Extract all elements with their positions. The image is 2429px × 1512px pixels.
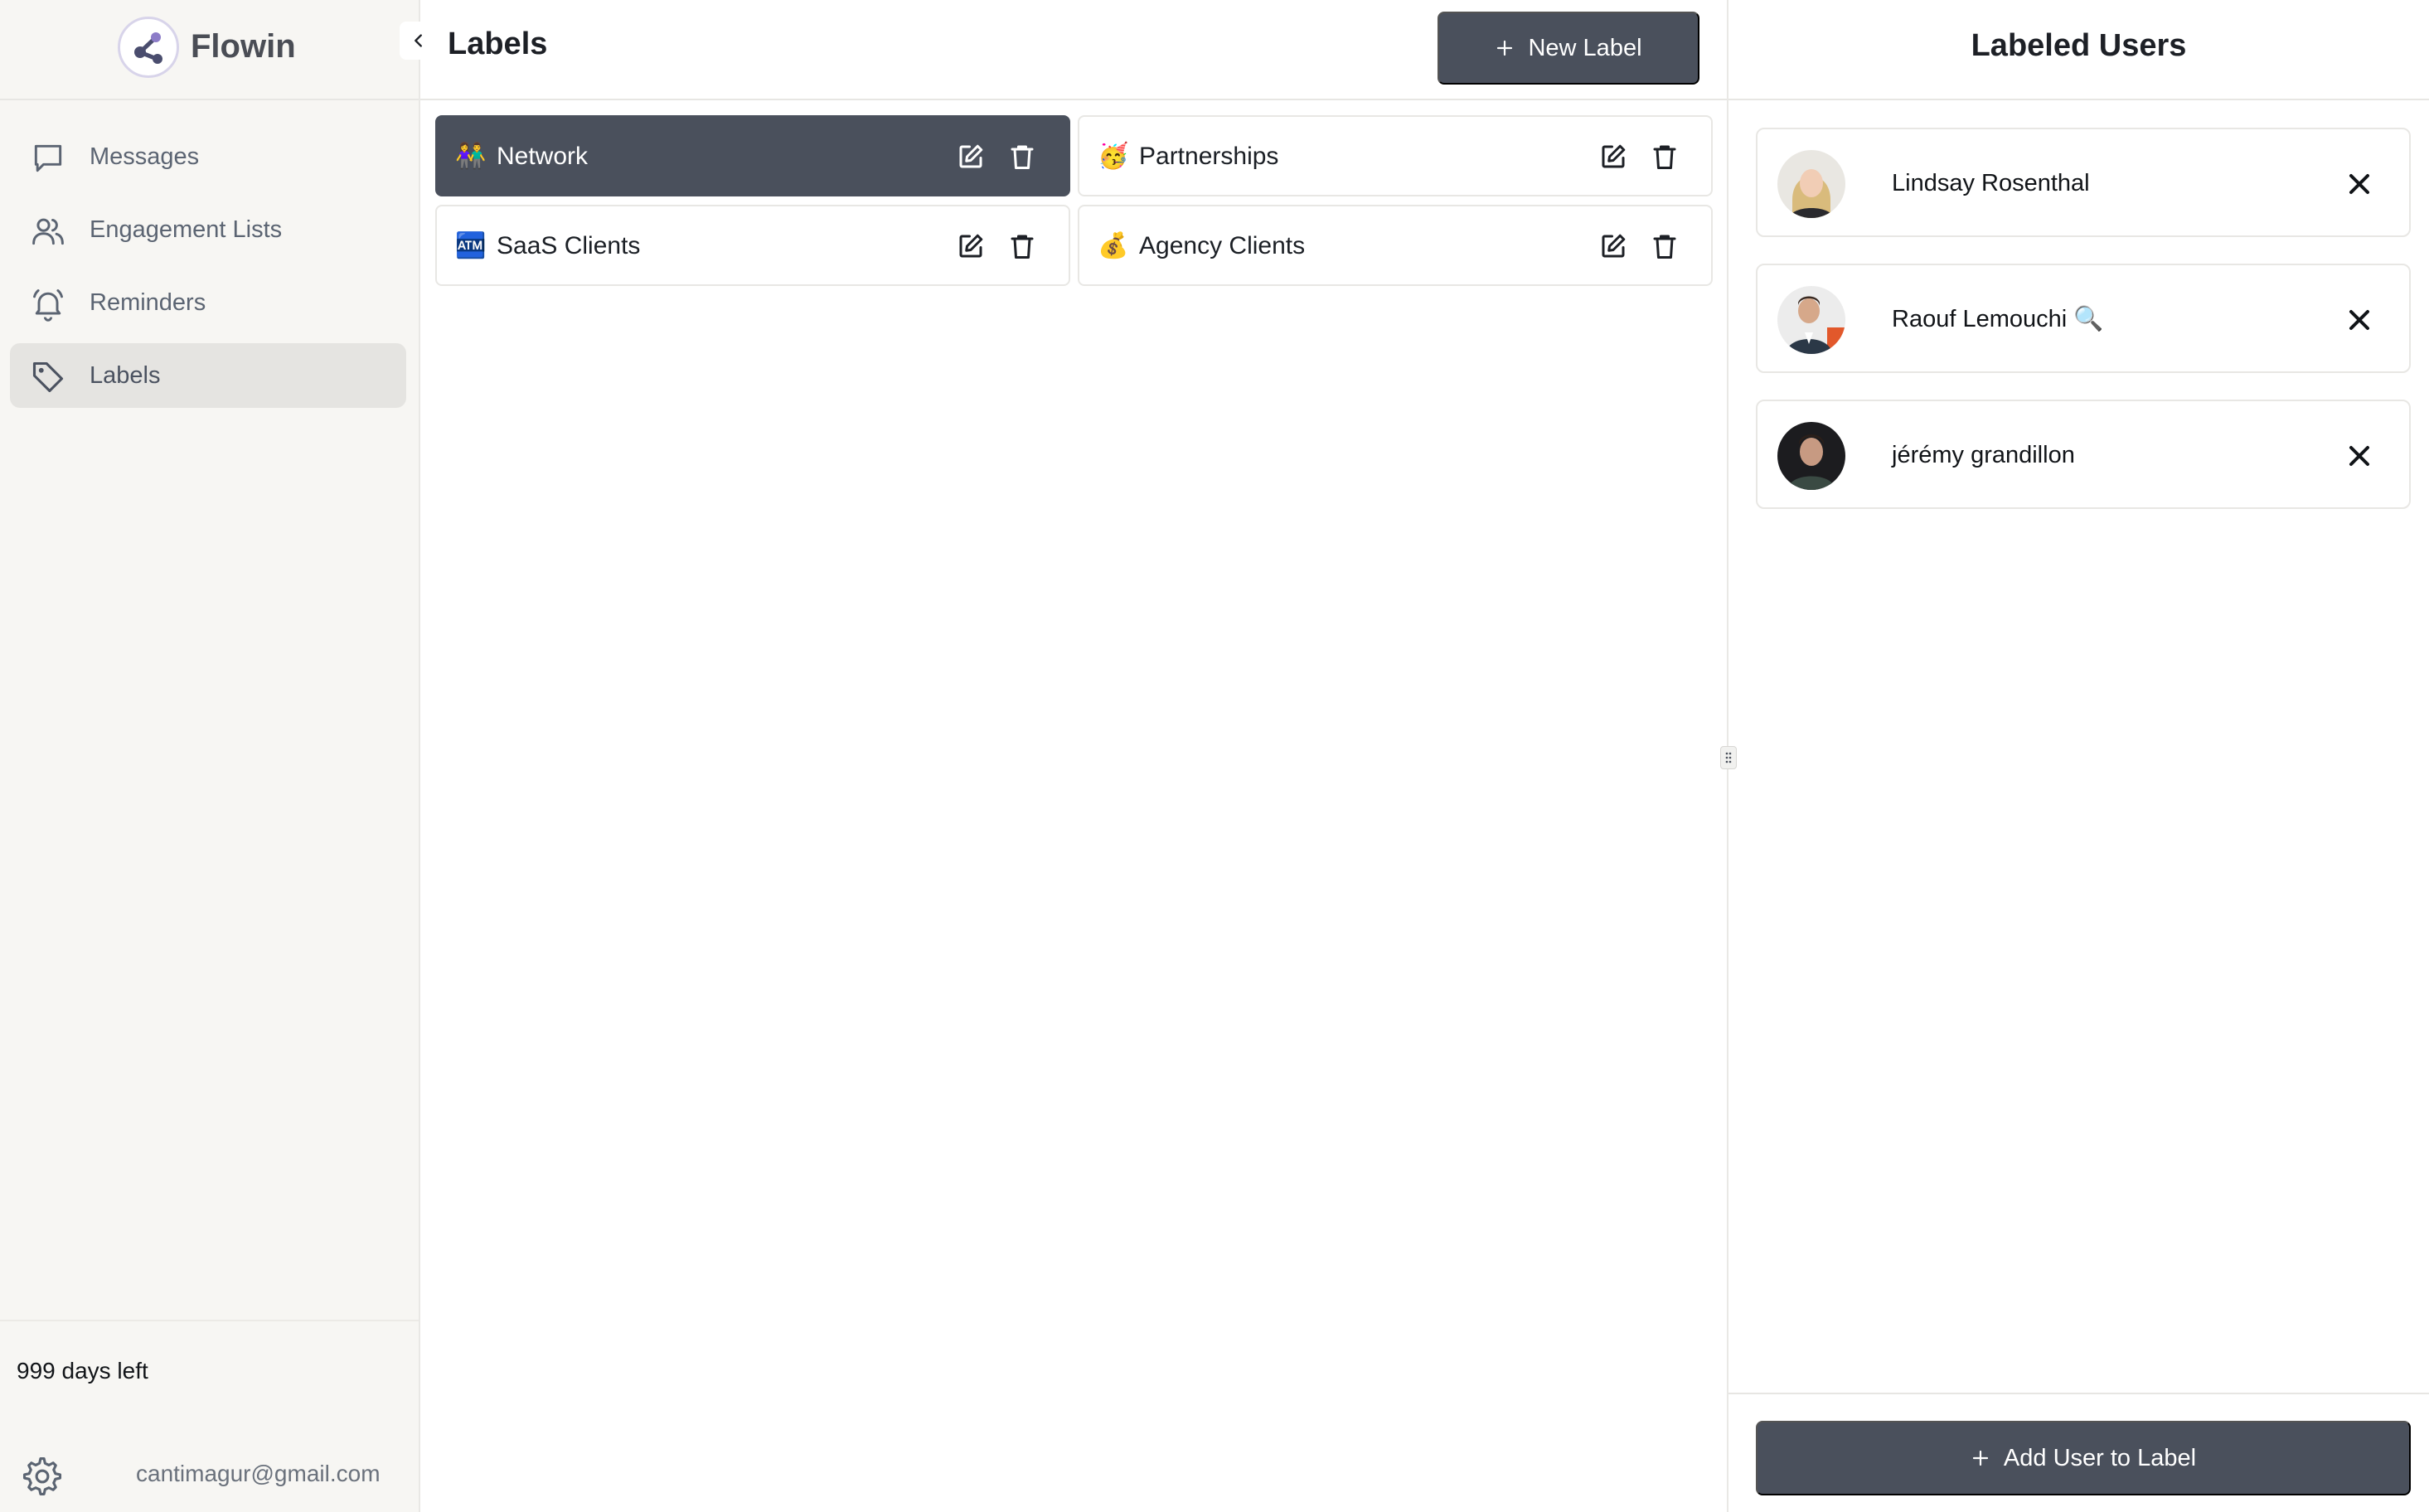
label-card-network[interactable]: 👫 Network	[435, 115, 1070, 196]
add-user-button-label: Add User to Label	[2003, 1444, 2197, 1471]
label-emoji: 🥳	[1098, 143, 1129, 170]
avatar	[1777, 150, 1845, 218]
chevron-left-icon	[415, 34, 422, 47]
brand-name: Flowin	[191, 28, 296, 65]
trash-icon[interactable]	[1650, 142, 1680, 172]
avatar	[1777, 422, 1845, 490]
new-label-button-label: New Label	[1528, 34, 1642, 61]
trash-icon[interactable]	[1007, 142, 1037, 172]
user-card[interactable]: jérémy grandillon	[1756, 400, 2411, 509]
edit-icon[interactable]	[956, 142, 986, 172]
plus-icon	[1497, 40, 1513, 56]
close-icon[interactable]	[2343, 303, 2376, 337]
avatar	[1777, 286, 1845, 354]
gear-icon[interactable]	[22, 1456, 63, 1497]
label-emoji: 💰	[1098, 232, 1129, 259]
sidebar-item-engagement-lists[interactable]: Engagement Lists	[10, 197, 406, 262]
sidebar-item-reminders[interactable]: Reminders	[10, 270, 406, 335]
trial-days-left: 999 days left	[17, 1358, 148, 1384]
label-name: Network	[497, 143, 589, 170]
user-name: jérémy grandillon	[1892, 442, 2075, 468]
user-card[interactable]: Raouf Lemouchi 🔍	[1756, 264, 2411, 373]
sidebar-nav: Messages Engagement Lists Reminders Labe…	[10, 124, 406, 416]
edit-icon[interactable]	[956, 231, 986, 261]
main-header: Labels New Label	[420, 0, 1727, 100]
account-email: cantimagur@gmail.com	[136, 1461, 381, 1486]
user-name: Raouf Lemouchi 🔍	[1892, 306, 2104, 332]
brand-header: Flowin	[0, 0, 419, 100]
sidebar-item-messages[interactable]: Messages	[10, 124, 406, 189]
sidebar-item-label: Messages	[90, 143, 200, 170]
label-emoji: 🏧	[455, 232, 487, 259]
users-icon	[32, 218, 64, 245]
label-name: Partnerships	[1139, 143, 1279, 170]
bell-icon	[33, 289, 63, 322]
plus-icon	[1972, 1450, 1989, 1466]
page-title: Labels	[448, 27, 548, 61]
account-footer: cantimagur@gmail.com	[0, 1427, 419, 1512]
grip-icon	[1725, 752, 1732, 763]
label-emoji: 👫	[455, 143, 487, 170]
tag-icon	[32, 361, 64, 393]
panel-title: Labeled Users	[1971, 28, 2187, 63]
labels-main: Labels New Label 👫 Network 🥳 Partnership…	[420, 0, 1727, 1512]
trial-status: 999 days left	[0, 1320, 419, 1427]
edit-icon[interactable]	[1598, 231, 1628, 261]
close-icon[interactable]	[2343, 439, 2376, 472]
label-name: Agency Clients	[1139, 232, 1306, 259]
label-card-partnerships[interactable]: 🥳 Partnerships	[1078, 115, 1713, 196]
close-icon[interactable]	[2343, 167, 2376, 201]
labeled-users-panel: Labeled Users Lindsay Rosenthal Raouf Le…	[1720, 0, 2429, 1512]
sidebar-item-label: Engagement Lists	[90, 216, 283, 243]
add-user-to-label-button[interactable]: Add User to Label	[1756, 1421, 2411, 1495]
new-label-button[interactable]: New Label	[1438, 12, 1699, 85]
edit-icon[interactable]	[1598, 142, 1628, 172]
label-card-saas-clients[interactable]: 🏧 SaaS Clients	[435, 205, 1070, 286]
user-name: Lindsay Rosenthal	[1892, 170, 2090, 196]
panel-header: Labeled Users	[1728, 0, 2429, 100]
sidebar-item-label: Labels	[90, 362, 161, 389]
collapse-sidebar-button[interactable]	[400, 22, 438, 60]
share-nodes-icon[interactable]	[118, 17, 179, 78]
label-card-agency-clients[interactable]: 💰 Agency Clients	[1078, 205, 1713, 286]
label-name: SaaS Clients	[497, 232, 641, 259]
user-card[interactable]: Lindsay Rosenthal	[1756, 128, 2411, 237]
panel-footer: Add User to Label	[1728, 1393, 2429, 1512]
trash-icon[interactable]	[1007, 231, 1037, 261]
sidebar-item-label: Reminders	[90, 289, 206, 316]
panel-resize-handle[interactable]	[1720, 746, 1737, 769]
sidebar-item-labels[interactable]: Labels	[10, 343, 406, 408]
trash-icon[interactable]	[1650, 231, 1680, 261]
sidebar: Flowin Messages Engagement Lists Reminde…	[0, 0, 438, 1512]
chat-bubble-icon	[34, 144, 62, 172]
